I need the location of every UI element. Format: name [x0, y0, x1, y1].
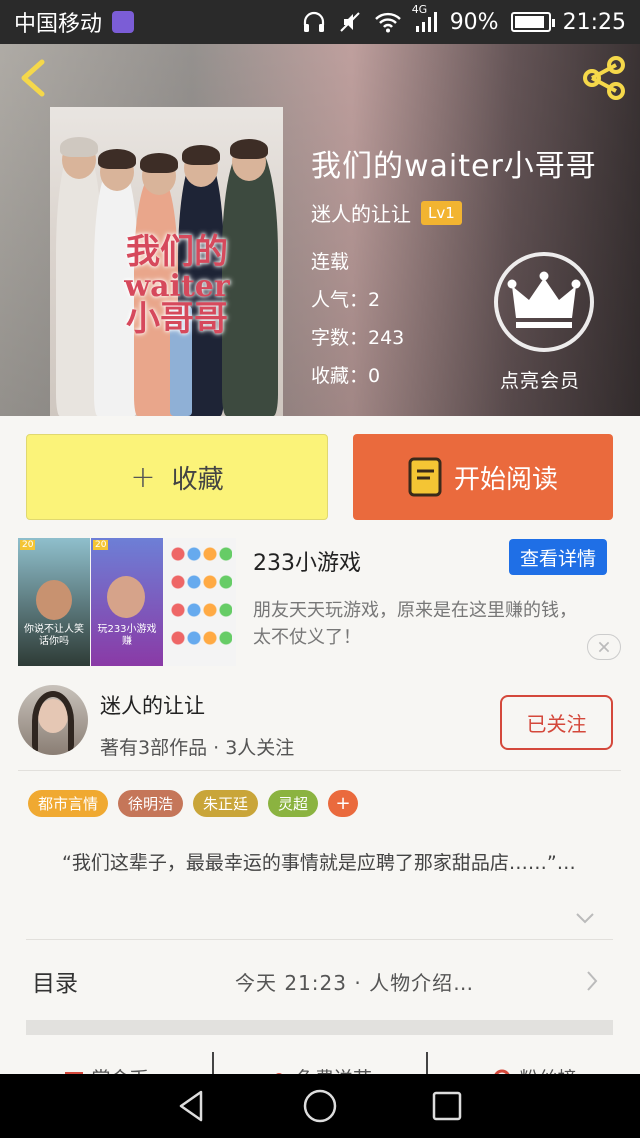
divider	[18, 770, 621, 771]
avatar-hair	[32, 691, 74, 751]
cover-title-line: waiter	[124, 268, 230, 304]
divider	[26, 939, 613, 940]
ad-title[interactable]: 233小游戏	[253, 545, 361, 577]
tab-label: 免费送花	[296, 1064, 372, 1074]
gallery-notification-icon	[112, 11, 135, 33]
start-reading-label: 开始阅读	[453, 464, 558, 495]
toc-label: 目录	[32, 971, 78, 997]
headphones-icon	[303, 11, 324, 32]
home-nav-icon[interactable]	[300, 1086, 340, 1126]
book-intro: “我们这辈子，最最幸运的事情就是应聘了那家甜品店……”…	[62, 852, 576, 874]
signal-icon: 4G	[412, 3, 438, 33]
cover-hair	[230, 139, 268, 159]
back-arrow-icon[interactable]	[14, 56, 54, 100]
share-icon[interactable]	[580, 54, 628, 102]
ad-thumb-app-icons	[168, 544, 232, 656]
bottom-action-tabs: 赏金币 免费送花 粉丝榜	[0, 1052, 640, 1074]
author-line: 迷人的让让 Lv1	[311, 198, 462, 227]
favorites-count: 收藏：0	[311, 365, 381, 387]
book-title: 我们的waiter小哥哥	[311, 149, 597, 184]
trophy-icon	[494, 1069, 510, 1074]
book-icon	[408, 457, 442, 497]
tag-chip[interactable]: 灵超	[268, 790, 319, 817]
chevron-down-icon[interactable]	[575, 911, 595, 925]
back-nav-icon[interactable]	[173, 1086, 213, 1126]
start-reading-button[interactable]: 开始阅读	[353, 434, 613, 520]
word-count: 字数：243	[311, 327, 405, 349]
battery-icon	[510, 12, 555, 32]
ad-thumb-panel: 20 玩233小游戏赚	[91, 538, 163, 666]
battery-percent: 90%	[449, 9, 499, 35]
battery-fill	[514, 16, 544, 28]
cover-hair	[60, 137, 98, 157]
book-cover[interactable]: 我们的 waiter 小哥哥	[50, 107, 283, 416]
collect-button[interactable]: + 收藏	[26, 434, 328, 520]
close-icon[interactable]	[587, 634, 621, 660]
tag-chip[interactable]: 朱正廷	[193, 790, 259, 817]
book-author[interactable]: 迷人的让让	[311, 198, 411, 227]
carrier-name: 中国移动	[14, 12, 103, 37]
chevron-right-icon	[587, 971, 598, 991]
plus-icon: +	[130, 459, 156, 495]
ad-thumb-app-grid	[164, 538, 236, 666]
tab-label: 赏金币	[91, 1064, 148, 1074]
tag-chip[interactable]: 徐明浩	[118, 790, 184, 817]
ad-thumb-face	[36, 580, 72, 620]
ad-thumbnail[interactable]: 20 你说不让人笑话你吗 20 玩233小游戏赚	[18, 538, 236, 666]
mute-icon	[339, 12, 360, 32]
network-type: 4G	[411, 3, 428, 16]
cover-hair	[182, 145, 220, 165]
tag-chip[interactable]: 都市言情	[28, 790, 109, 817]
latest-chapter: 今天 21:23 · 人物介绍…	[235, 970, 475, 995]
ad-detail-button[interactable]: 查看详情	[509, 539, 607, 575]
clock: 21:25	[562, 9, 626, 35]
ad-thumb-badge: 20	[20, 540, 36, 550]
cover-title-line: 我们的	[126, 232, 228, 272]
ad-description: 朋友天天玩游戏，原来是在这里赚的钱，太不仗义了！	[253, 600, 577, 648]
ad-thumb-face	[107, 576, 145, 618]
cover-hair	[98, 149, 136, 169]
crown-icon	[507, 271, 581, 328]
wifi-icon	[374, 12, 401, 33]
follow-button[interactable]: 已关注	[500, 695, 613, 750]
status-bar: 中国移动 4G 90% 21:25	[0, 0, 640, 44]
cover-hair	[140, 153, 178, 173]
tab-fan-ranking[interactable]: 粉丝榜	[426, 1052, 640, 1074]
avatar[interactable]	[18, 685, 88, 755]
author-name[interactable]: 迷人的让让	[100, 690, 205, 720]
tag-list: 都市言情 徐明浩 朱正廷 灵超 +	[28, 790, 359, 817]
tab-reward-coins[interactable]: 赏金币	[0, 1052, 212, 1074]
vip-crown-button[interactable]	[494, 252, 594, 352]
ad-thumb-panel: 20 你说不让人笑话你吗	[18, 538, 90, 666]
ad-thumb-caption: 你说不让人笑话你吗	[24, 624, 84, 647]
flower-icon	[275, 1073, 282, 1074]
tab-free-flower[interactable]: 免费送花	[212, 1052, 426, 1074]
serial-status: 连载	[311, 251, 350, 273]
add-tag-button[interactable]: +	[328, 790, 359, 817]
level-badge: Lv1	[421, 200, 462, 225]
collect-label: 收藏	[171, 464, 224, 495]
popularity: 人气：2	[311, 289, 381, 311]
tab-label: 粉丝榜	[519, 1064, 576, 1074]
author-summary: 著有3部作品 · 3人关注	[100, 737, 295, 759]
vip-label[interactable]: 点亮会员	[500, 366, 580, 393]
section-separator	[26, 1020, 613, 1035]
gift-icon	[65, 1072, 84, 1074]
cover-title-line: 小哥哥	[126, 299, 228, 340]
ad-thumb-badge: 20	[93, 540, 109, 550]
recent-apps-icon[interactable]	[427, 1086, 467, 1126]
system-nav-bar	[0, 1074, 640, 1138]
table-of-contents-row[interactable]: 目录 今天 21:23 · 人物介绍…	[26, 945, 613, 1017]
book-header: 我们的 waiter 小哥哥 我们的waiter小哥哥 迷人的让让 Lv1 连载…	[0, 44, 640, 416]
ad-thumb-caption: 玩233小游戏赚	[97, 624, 157, 647]
cover-title: 我们的 waiter 小哥哥	[102, 232, 252, 340]
